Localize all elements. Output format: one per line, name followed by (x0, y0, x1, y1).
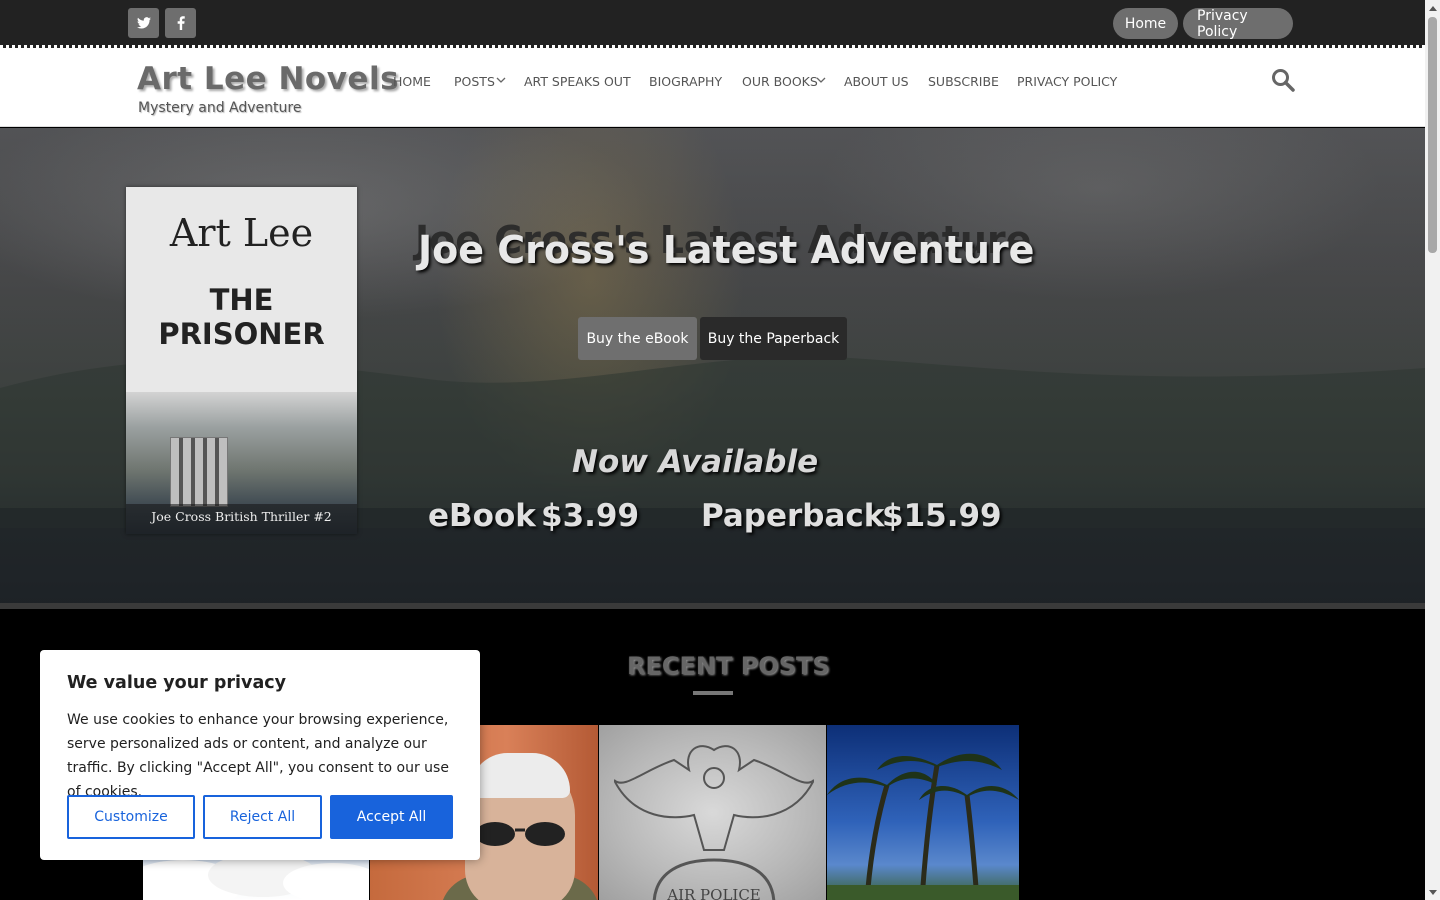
cover-building-image (170, 437, 228, 507)
nav-art-speaks-out[interactable]: ART SPEAKS OUT (524, 74, 631, 89)
facebook-button[interactable] (165, 8, 196, 38)
cookie-message: We use cookies to enhance your browsing … (67, 712, 449, 800)
cover-title: THE PRISONER (126, 283, 357, 351)
top-bar: Home Privacy Policy (0, 0, 1425, 47)
twitter-icon (136, 17, 151, 29)
nav-biography[interactable]: BIOGRAPHY (649, 74, 722, 89)
author-hair (470, 753, 570, 798)
nav-posts[interactable]: POSTS (454, 74, 495, 89)
facebook-icon (177, 16, 185, 30)
cover-author: Art Lee (169, 211, 314, 255)
sunglasses-icon (475, 822, 565, 846)
cookie-consent-dialog: We value your privacy We use cookies to … (40, 650, 480, 860)
page-scrollbar[interactable] (1425, 0, 1440, 900)
nav-subscribe[interactable]: SUBSCRIBE (928, 74, 999, 89)
search-icon[interactable] (1271, 68, 1295, 92)
reject-all-button[interactable]: Reject All (203, 795, 322, 839)
buy-ebook-button[interactable]: Buy the eBook (578, 317, 697, 360)
now-available-text: Now Available (572, 444, 819, 480)
customize-button[interactable]: Customize (67, 795, 195, 839)
cover-title-line1: THE (209, 283, 274, 317)
recent-posts-heading: RECENT POSTS (627, 652, 830, 680)
chevron-down-icon[interactable] (496, 76, 506, 84)
scroll-up-arrow-icon[interactable] (1425, 0, 1440, 15)
cover-title-line2: PRISONER (158, 317, 325, 351)
cookie-title: We value your privacy (67, 673, 287, 693)
cover-subtitle: Joe Cross British Thriller #2 (126, 504, 357, 534)
site-title[interactable]: Art Lee Novels (137, 61, 399, 97)
nav-about-us[interactable]: ABOUT US (844, 74, 909, 89)
heading-underline (693, 691, 733, 695)
site-header: Art Lee Novels Mystery and Adventure HOM… (0, 48, 1425, 127)
chevron-down-icon[interactable] (816, 76, 826, 84)
accept-all-button[interactable]: Accept All (330, 795, 453, 839)
twitter-button[interactable] (128, 8, 159, 38)
ebook-price-label: eBook (428, 498, 536, 534)
hero-divider (0, 603, 1425, 609)
hero-title: Joe Cross's Latest Adventure (418, 228, 1035, 272)
paperback-price-label: Paperback (701, 498, 885, 534)
palm-trees-image (827, 753, 1019, 900)
book-cover[interactable]: Art Lee THE PRISONER Joe Cross British T… (126, 187, 357, 534)
ebook-price: $3.99 (541, 498, 640, 534)
nav-home[interactable]: HOME (393, 74, 431, 89)
paperback-price: $15.99 (882, 498, 1002, 534)
scroll-down-arrow-icon[interactable] (1425, 885, 1440, 900)
air-police-emblem-icon: AIR POLICE (614, 745, 814, 900)
svg-text:AIR POLICE: AIR POLICE (666, 886, 761, 900)
buy-paperback-button[interactable]: Buy the Paperback (700, 317, 847, 360)
post-thumbnail-emblem[interactable]: AIR POLICE (599, 725, 826, 900)
post-thumbnail-palms[interactable] (827, 725, 1019, 900)
scrollbar-thumb[interactable] (1428, 17, 1437, 253)
top-link-privacy-policy[interactable]: Privacy Policy (1183, 8, 1293, 40)
nav-our-books[interactable]: OUR BOOKS (742, 74, 818, 89)
site-tagline: Mystery and Adventure (138, 100, 302, 116)
top-link-home[interactable]: Home (1113, 8, 1178, 39)
nav-privacy-policy[interactable]: PRIVACY POLICY (1017, 74, 1117, 89)
